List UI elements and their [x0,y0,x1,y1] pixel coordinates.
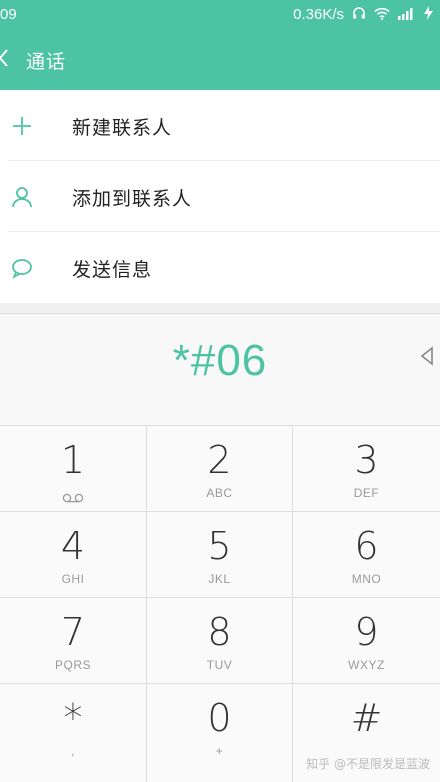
send-message-item[interactable]: 发送信息 [0,232,440,303]
key-6[interactable]: 6 MNO [293,512,440,598]
key-letters: MNO [351,572,382,586]
key-digit: 3 [354,438,379,482]
key-0[interactable]: 0 + [147,684,293,782]
key-letters: GHI [61,572,85,586]
key-digit: 0 [207,696,232,740]
key-letters: JKL [208,572,231,586]
new-contact-item[interactable]: 新建联系人 [0,90,440,161]
key-5[interactable]: 5 JKL [147,512,293,598]
backspace-triangle-icon [420,346,433,366]
voicemail-icon [62,488,84,503]
delete-button[interactable] [419,345,435,367]
new-contact-label: 新建联系人 [72,117,173,139]
key-7[interactable]: 7 PQRS [0,598,147,684]
plus-icon [10,114,34,138]
key-3[interactable]: 3 DEF [293,426,440,512]
status-time: 09 [0,6,17,23]
person-icon [10,185,34,209]
status-bar: 09 0.36K/s [0,0,440,30]
headphones-icon [352,6,366,23]
chevron-left-icon [0,49,8,67]
key-2[interactable]: 2 ABC [147,426,293,512]
key-digit: 5 [207,524,232,568]
key-digit: 8 [207,610,232,654]
message-bubble-icon [10,256,34,280]
key-letters: PQRS [54,658,91,672]
key-8[interactable]: 8 TUV [147,598,293,684]
key-letters: , [71,744,75,758]
dialed-number: *#06 [172,336,268,385]
back-button[interactable] [0,46,12,77]
key-digit: 7 [60,610,86,654]
key-star[interactable]: * , [0,684,147,782]
key-1[interactable]: 1 [0,426,147,512]
add-to-contact-item[interactable]: 添加到联系人 [0,161,440,232]
key-digit: 4 [60,524,86,568]
key-9[interactable]: 9 WXYZ [293,598,440,684]
key-letters: DEF [353,486,380,500]
key-4[interactable]: 4 GHI [0,512,147,598]
key-digit: * [63,696,83,740]
send-message-label: 发送信息 [72,259,153,281]
app-header: 通话 [0,30,440,90]
key-digit: 1 [60,438,86,482]
key-letters: + [215,744,224,758]
key-digit: 9 [354,610,379,654]
battery-charging-icon [422,6,436,23]
key-digit: 6 [354,524,379,568]
signal-icon [398,7,414,23]
key-digit: # [350,696,383,740]
dialed-number-display: *#06 [0,313,440,425]
status-right: 0.36K/s [293,6,436,23]
watermark: 知乎 @不是限发是蓝波 [306,757,430,771]
dial-keypad: 1 2 ABC 3 DEF 4 GHI 5 JKL 6 MNO 7 PQRS 8… [0,425,440,782]
key-letters: WXYZ [348,658,385,672]
page-title: 通话 [26,51,67,73]
key-letters: TUV [206,658,233,672]
key-letters: ABC [206,486,233,500]
wifi-icon [374,7,390,23]
section-gap [0,303,440,313]
network-speed: 0.36K/s [293,6,344,23]
add-to-contact-label: 添加到联系人 [72,188,193,210]
action-list: 新建联系人 添加到联系人 发送信息 [0,90,440,303]
key-digit: 2 [207,438,232,482]
